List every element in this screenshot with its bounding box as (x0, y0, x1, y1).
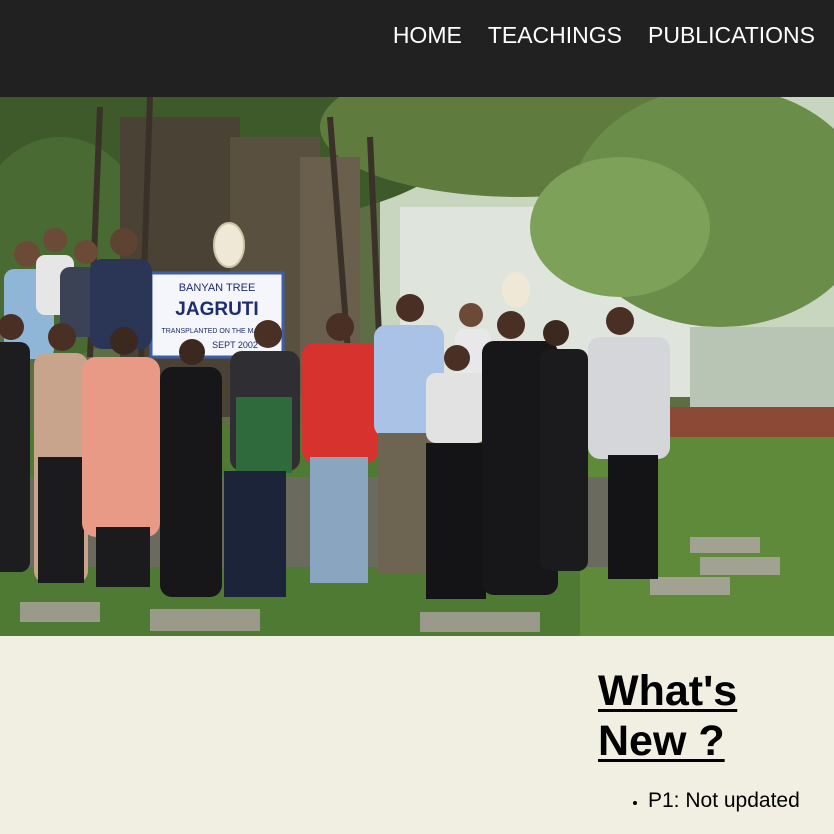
top-navbar: HOME TEACHINGS PUBLICATIONS (0, 0, 834, 97)
whats-new-heading: What's New ? (598, 666, 818, 766)
nav-home-link[interactable]: HOME (393, 21, 462, 49)
whats-new-title-line-2: New ? (598, 717, 725, 765)
nav-publications-link[interactable]: PUBLICATIONS (648, 21, 815, 49)
nav-menu: HOME TEACHINGS PUBLICATIONS (393, 21, 815, 49)
hero-group-photo: BANYAN TREE JAGRUTI TRANSPLANTED ON THE … (0, 97, 834, 636)
whats-new-list: P1: Not updated (648, 788, 800, 814)
sign-line-4: SEPT 2002 (212, 340, 258, 350)
news-item: P1: Not updated (648, 788, 800, 814)
sign-line-2: JAGRUTI (175, 299, 258, 320)
whats-new-title-line-1: What's (598, 667, 738, 715)
main-content: What's New ? P1: Not updated (0, 636, 834, 834)
sign-line-1: BANYAN TREE (179, 282, 256, 294)
nav-teachings-link[interactable]: TEACHINGS (488, 21, 622, 49)
